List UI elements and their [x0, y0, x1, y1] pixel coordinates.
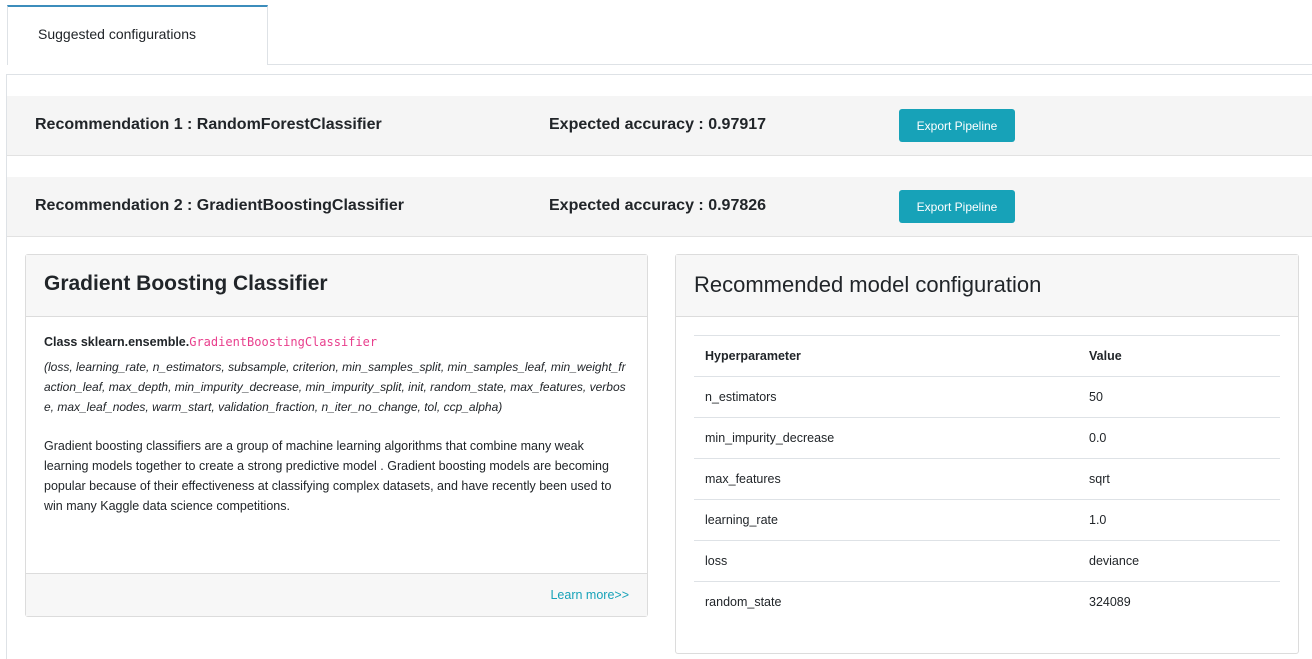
tab-suggested-configurations[interactable]: Suggested configurations [7, 5, 268, 65]
table-row: random_state 324089 [694, 581, 1280, 623]
expected-accuracy: Expected accuracy : 0.97826 [549, 197, 767, 214]
model-card-footer: Learn more>> [26, 573, 647, 616]
recommendation-title: Recommendation 1 : RandomForestClassifie… [35, 116, 382, 133]
param-value: 324089 [1089, 581, 1280, 623]
class-params: (loss, learning_rate, n_estimators, subs… [44, 360, 626, 414]
class-signature: Class sklearn.ensemble.GradientBoostingC… [44, 335, 629, 349]
model-card-body: Class sklearn.ensemble.GradientBoostingC… [26, 317, 647, 516]
param-value: 50 [1089, 376, 1280, 418]
param-value: 1.0 [1089, 499, 1280, 541]
expected-accuracy: Expected accuracy : 0.97917 [549, 116, 767, 133]
tab-label: Suggested configurations [38, 26, 196, 42]
param-value: 0.0 [1089, 417, 1280, 459]
param-name: random_state [694, 581, 1089, 623]
model-description: Gradient boosting classifiers are a grou… [44, 439, 612, 513]
recommendation-title: Recommendation 2 : GradientBoostingClass… [35, 197, 404, 214]
table-row: min_impurity_decrease 0.0 [694, 417, 1280, 459]
config-card: Recommended model configuration Hyperpar… [675, 254, 1299, 654]
tab-content: Recommendation 1 : RandomForestClassifie… [6, 74, 1312, 659]
param-value: sqrt [1089, 458, 1280, 500]
column-header-value: Value [1089, 335, 1280, 377]
class-prefix: Class sklearn.ensemble. [44, 335, 190, 349]
learn-more-link[interactable]: Learn more>> [550, 588, 629, 602]
table-header-row: Hyperparameter Value [694, 335, 1280, 377]
param-value: deviance [1089, 540, 1280, 582]
param-name: min_impurity_decrease [694, 417, 1089, 459]
export-pipeline-button-1[interactable]: Export Pipeline [899, 109, 1015, 142]
tab-bar: Suggested configurations [0, 0, 1312, 65]
param-name: learning_rate [694, 499, 1089, 541]
config-card-title: Recommended model configuration [676, 255, 1298, 317]
table-row: max_features sqrt [694, 458, 1280, 500]
recommendation-row-2[interactable]: Recommendation 2 : GradientBoostingClass… [7, 177, 1312, 237]
table-row: loss deviance [694, 540, 1280, 582]
param-name: loss [694, 540, 1089, 582]
param-name: n_estimators [694, 376, 1089, 418]
model-card-title: Gradient Boosting Classifier [26, 255, 647, 317]
column-header-hyperparameter: Hyperparameter [694, 335, 1089, 377]
class-name: GradientBoostingClassifier [189, 335, 378, 349]
table-row: n_estimators 50 [694, 376, 1280, 418]
recommendation-row-1[interactable]: Recommendation 1 : RandomForestClassifie… [7, 96, 1312, 156]
model-info-card: Gradient Boosting Classifier Class sklea… [25, 254, 648, 617]
hyperparameter-table: Hyperparameter Value n_estimators 50 min… [694, 335, 1280, 623]
table-row: learning_rate 1.0 [694, 499, 1280, 541]
param-name: max_features [694, 458, 1089, 500]
tab-divider [267, 64, 1312, 65]
export-pipeline-button-2[interactable]: Export Pipeline [899, 190, 1015, 223]
